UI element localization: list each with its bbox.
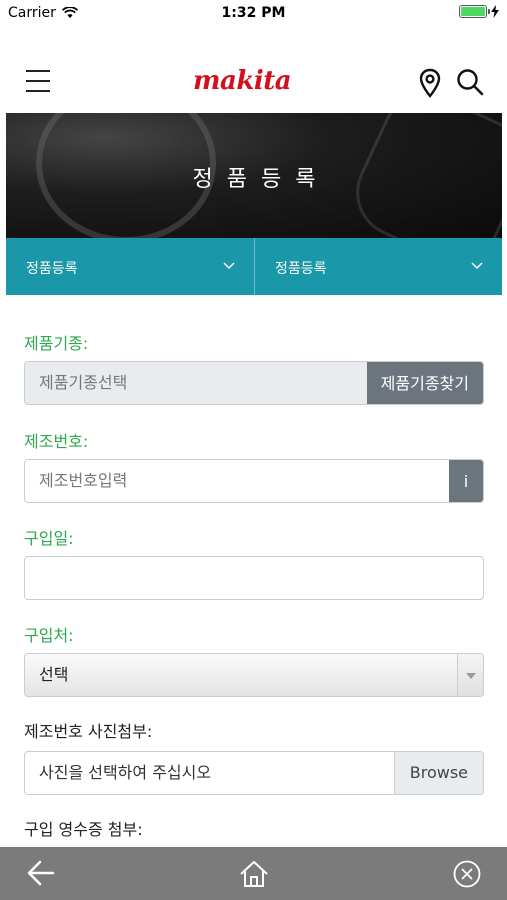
purchase-place-selected: 선택 (39, 665, 69, 684)
select-arrow-icon (457, 654, 483, 696)
serial-number-field: 제조번호입력 i (24, 459, 484, 503)
serial-info-button[interactable]: i (449, 460, 483, 502)
purchase-date-label: 구입일: (24, 529, 74, 548)
category-dropdown-2[interactable]: 정품등록 (254, 238, 502, 295)
back-button[interactable] (26, 859, 56, 891)
category-dropdown-label: 정품등록 (26, 261, 78, 277)
chevron-down-icon (471, 262, 483, 270)
home-icon (240, 861, 268, 887)
receipt-label: 구입 영수증 첨부: (24, 820, 143, 839)
map-pin-icon (419, 68, 441, 98)
purchase-date-input[interactable] (24, 556, 484, 600)
product-model-field: 제품기종선택 제품기종찾기 (24, 361, 484, 405)
serial-number-input[interactable]: 제조번호입력 (25, 460, 449, 502)
app-header: makita (0, 50, 507, 112)
serial-photo-input[interactable]: 사진을 선택하여 주십시오 (25, 752, 394, 794)
battery-icon (459, 5, 490, 18)
home-button[interactable] (238, 859, 270, 893)
battery-status (459, 5, 499, 18)
menu-button[interactable] (26, 70, 50, 92)
product-model-input[interactable]: 제품기종선택 (25, 362, 367, 404)
close-circle-icon (453, 860, 481, 888)
category-dropdown-label: 정품등록 (275, 261, 327, 277)
purchase-date-value (25, 557, 483, 599)
category-nav: 정품등록 정품등록 (6, 238, 502, 295)
purchase-place-label: 구입처: (24, 626, 74, 645)
close-button[interactable] (452, 859, 482, 893)
search-icon (457, 69, 484, 96)
banner-title: 정품등록 (192, 167, 330, 192)
charging-bolt-icon (491, 5, 499, 18)
location-button[interactable] (418, 68, 442, 102)
status-bar: Carrier 1:32 PM (0, 0, 507, 28)
status-time: 1:32 PM (221, 5, 286, 21)
serial-photo-label: 제조번호 사진첨부: (24, 722, 153, 741)
serial-photo-field: 사진을 선택하여 주십시오 Browse (24, 751, 484, 795)
bottom-toolbar (0, 847, 507, 900)
chevron-down-icon (223, 262, 235, 270)
purchase-place-select[interactable]: 선택 (24, 653, 484, 697)
page-banner: 정품등록 (6, 113, 502, 238)
find-product-model-button[interactable]: 제품기종찾기 (366, 362, 483, 404)
makita-logo[interactable]: makita (193, 66, 292, 96)
serial-number-label: 제조번호: (24, 432, 89, 451)
category-dropdown-1[interactable]: 정품등록 (6, 238, 254, 295)
product-model-label: 제품기종: (24, 334, 89, 353)
arrow-left-icon (27, 860, 55, 886)
hamburger-icon (26, 70, 50, 72)
search-button[interactable] (456, 68, 484, 100)
browse-button[interactable]: Browse (393, 752, 483, 794)
